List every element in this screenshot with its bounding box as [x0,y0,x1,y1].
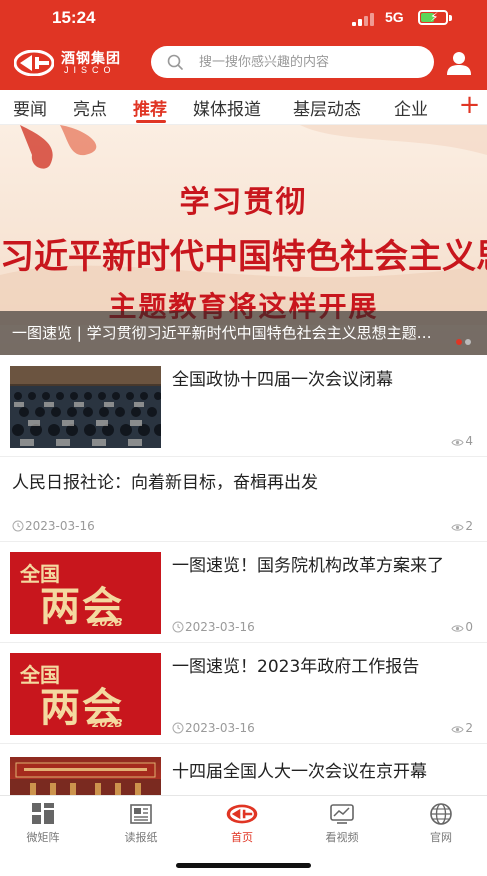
banner-caption[interactable]: 一图速览 | 学习贯彻习近平新时代中国特色社会主义思想主题教育将这样开展 [0,311,487,355]
news-item[interactable]: 人民日报社论：向着新目标，奋楫再出发 2023-03-16 2 [0,457,487,542]
jisco-logo[interactable]: 酒钢集团 JISCO [14,46,134,80]
news-title: 全国政协十四届一次会议闭幕 [172,370,393,390]
news-views-count: 4 [465,434,473,448]
eye-icon [451,439,464,446]
news-date: 2023-03-16 [172,620,255,634]
news-views: 2 [451,721,473,735]
news-item[interactable]: 十四届全国人大一次会议在京开幕 [0,744,487,839]
news-item[interactable]: 全国 两会 2023 一图速览！国务院机构改革方案来了 2023-03-16 0 [0,542,487,643]
globe-icon [430,803,452,825]
news-thumbnail: 全国 两会 2023 [10,653,161,735]
news-thumbnail: 全国 两会 2023 [10,552,161,634]
eye-icon [451,524,464,531]
nav-label: 首页 [231,831,253,844]
nav-shouye[interactable]: 首页 [202,802,282,845]
category-tabs: 要闻 亮点 推荐 媒体报道 基层动态 企业 + [0,90,487,125]
news-title: 十四届全国人大一次会议在京开幕 [172,762,427,782]
battery-cap [449,15,452,21]
assembly-hall-image [10,366,161,448]
active-tab-indicator [136,120,166,123]
user-icon[interactable] [446,50,472,76]
news-views: 0 [451,620,473,634]
video-icon [330,804,354,824]
tab-yaowen[interactable]: 要闻 [13,95,47,120]
nav-guanwang[interactable]: 官网 [401,802,481,845]
clock-icon [172,722,184,734]
home-logo-icon [226,804,258,824]
nav-label: 官网 [430,831,452,844]
carousel-dots [453,330,471,349]
tab-jiceng-dongtai[interactable]: 基层动态 [293,95,361,120]
carousel-dot[interactable] [456,339,462,345]
news-date: 2023-03-16 [12,519,95,533]
clock-icon [172,621,184,633]
tab-qiye[interactable]: 企业 [394,95,428,120]
home-indicator [176,863,311,868]
status-bar: 15:24 5G ⚡ [0,0,487,36]
logo-subtitle: JISCO [64,65,116,75]
news-views-count: 2 [465,721,473,735]
nav-wei-juzhen[interactable]: 微矩阵 [3,802,83,845]
jisco-logo-icon [14,50,54,76]
news-date-text: 2023-03-16 [185,620,255,634]
banner-caption-text: 一图速览 | 学习贯彻习近平新时代中国特色社会主义思想主题教育将这样开展 [12,324,437,342]
news-views-count: 2 [465,519,473,533]
nav-kan-shipin[interactable]: 看视频 [302,802,382,845]
news-views-count: 0 [465,620,473,634]
tab-tuijian[interactable]: 推荐 [133,95,167,120]
eye-icon [451,726,464,733]
nav-label: 微矩阵 [26,831,60,844]
news-title: 一图速览！国务院机构改革方案来了 [172,556,444,576]
news-thumbnail [10,366,161,448]
thumb-text-year: 2023 [92,717,123,730]
search-box[interactable] [151,46,434,78]
banner-line-1: 学习贯彻 [179,185,308,220]
signal-icon [352,12,376,26]
carousel-dot[interactable] [465,339,471,345]
eye-icon [451,625,464,632]
news-item[interactable]: 全国政协十四届一次会议闭幕 4 [0,356,487,457]
banner-line-2: 习近平新时代中国特色社会主义思想 [0,237,487,277]
search-icon [167,54,183,70]
battery-icon: ⚡ [418,10,448,25]
tab-liangdian[interactable]: 亮点 [73,95,107,120]
news-date-text: 2023-03-16 [25,519,95,533]
thumb-text-year: 2023 [92,616,123,629]
nav-du-baozhi[interactable]: 读报纸 [101,802,181,845]
news-date-text: 2023-03-16 [185,721,255,735]
news-views: 2 [451,519,473,533]
newspaper-icon [130,804,152,824]
news-item[interactable]: 全国 两会 2023 一图速览！2023年政府工作报告 2023-03-16 2 [0,643,487,744]
search-input[interactable] [199,46,419,78]
app-header: 酒钢集团 JISCO [0,36,487,90]
news-date: 2023-03-16 [172,721,255,735]
nav-label: 看视频 [325,831,359,844]
nav-label: 读报纸 [124,831,158,844]
add-tab-button[interactable]: + [452,90,487,120]
news-views: 4 [451,434,473,448]
tab-meiti-baodao[interactable]: 媒体报道 [193,95,261,120]
grid-icon [32,803,54,824]
status-time: 15:24 [52,8,96,27]
news-title: 一图速览！2023年政府工作报告 [172,657,420,677]
network-type: 5G [385,9,404,25]
news-title: 人民日报社论：向着新目标，奋楫再出发 [12,473,318,493]
clock-icon [12,520,24,532]
